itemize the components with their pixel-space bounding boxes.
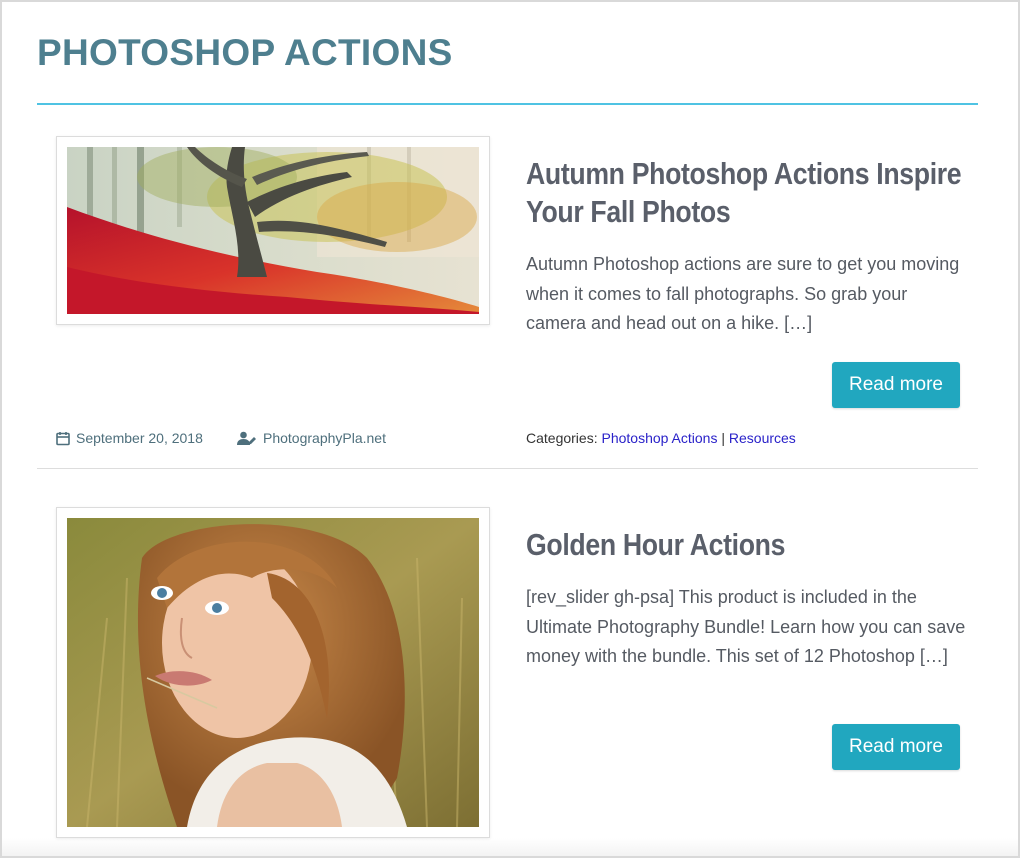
user-edit-icon [237,431,257,449]
golden-hour-portrait-image[interactable] [67,518,479,827]
golden-hour-portrait-illustration [67,518,479,827]
categories-label: Categories: [526,430,598,446]
post-excerpt: Autumn Photoshop actions are sure to get… [526,254,960,333]
post-author-text[interactable]: PhotographyPla.net [263,430,386,446]
post-divider [37,468,978,469]
post-date: September 20, 2018 [56,430,203,449]
post-thumbnail-frame[interactable] [56,136,490,325]
post-categories: Categories: Photoshop Actions | Resource… [526,430,796,446]
autumn-forest-illustration [67,147,479,314]
title-divider [37,103,978,105]
bottom-fade [2,838,1018,856]
calendar-icon [56,431,70,449]
post-thumbnail-frame[interactable] [56,507,490,838]
read-more-button[interactable]: Read more [832,362,960,408]
autumn-forest-image[interactable] [67,147,479,314]
post-date-text: September 20, 2018 [76,430,203,446]
read-more-button[interactable]: Read more [832,724,960,770]
page-title: PHOTOSHOP ACTIONS [37,32,453,73]
post-author[interactable]: PhotographyPla.net [237,430,386,449]
category-link-photoshop-actions[interactable]: Photoshop Actions [601,430,717,446]
post-title[interactable]: Golden Hour Actions [526,526,973,564]
post-excerpt: [rev_slider gh-psa] This product is incl… [526,587,966,666]
category-link-resources[interactable]: Resources [729,430,796,446]
page-frame: PHOTOSHOP ACTIONS Autumn Photoshop Actio… [0,0,1020,858]
post-title[interactable]: Autumn Photoshop Actions Inspire Your Fa… [526,155,973,231]
category-separator: | [721,430,725,446]
